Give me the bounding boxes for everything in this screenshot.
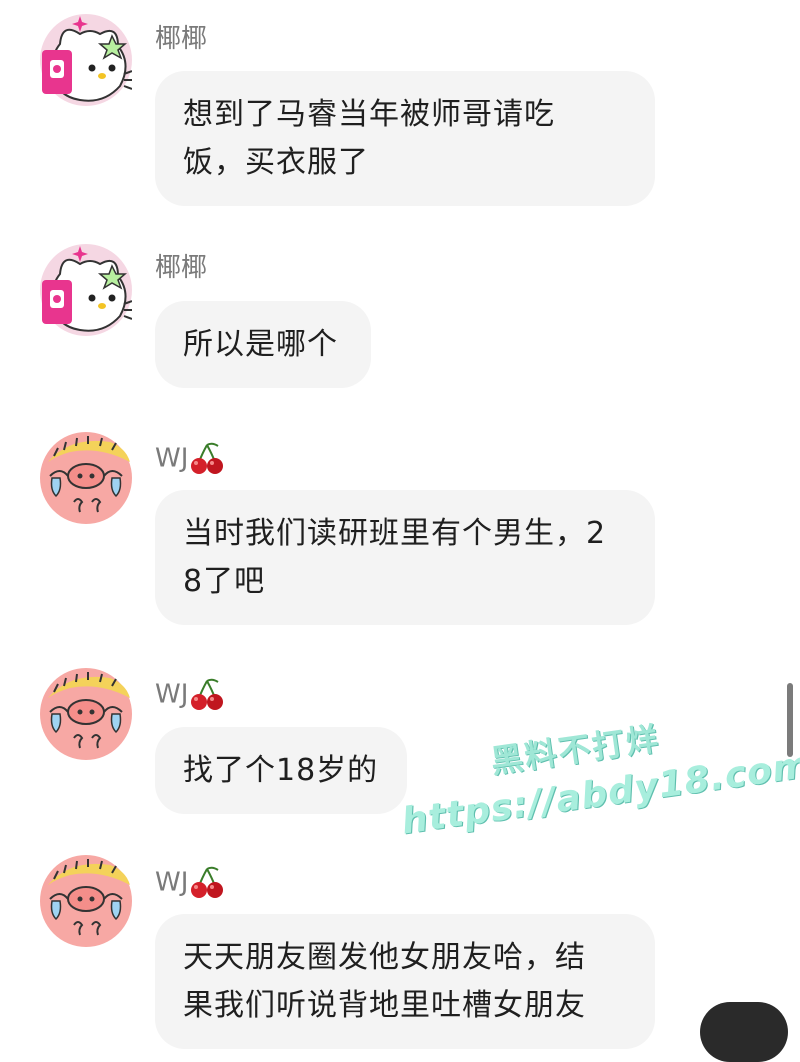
crying-pig-avatar[interactable] — [40, 855, 132, 947]
message-bubble[interactable]: 想到了马睿当年被师哥请吃 饭，买衣服了 — [155, 71, 655, 206]
message-text: 所以是哪个 — [183, 327, 338, 362]
message-bubble[interactable]: 所以是哪个 — [155, 301, 371, 388]
crying-pig-avatar[interactable] — [40, 668, 132, 760]
cherry-icon — [191, 678, 224, 710]
scrollbar-thumb[interactable] — [787, 683, 793, 757]
message-text: 饭，买衣服了 — [183, 145, 369, 180]
hello-kitty-avatar[interactable] — [40, 244, 132, 336]
message-text: 想到了马睿当年被师哥请吃 — [183, 97, 555, 132]
floating-action-button[interactable] — [700, 1002, 788, 1062]
sender-name: WJ — [155, 866, 224, 900]
cherry-icon — [191, 866, 224, 898]
watermark: 黑料不打烊 https://abdy18.com — [395, 719, 800, 845]
message-bubble[interactable]: 当时我们读研班里有个男生，2 8了吧 — [155, 490, 655, 625]
message-bubble[interactable]: 找了个18岁的 — [155, 727, 407, 814]
crying-pig-avatar[interactable] — [40, 432, 132, 524]
sender-name: 椰椰 — [155, 253, 208, 283]
message-text: 找了个18岁的 — [183, 753, 379, 788]
sender-name: 椰椰 — [155, 24, 208, 54]
watermark-url: https://abdy18.com — [399, 744, 800, 843]
hello-kitty-avatar[interactable] — [40, 14, 132, 106]
message-text: 当时我们读研班里有个男生，2 — [183, 516, 607, 551]
watermark-title: 黑料不打烊 — [488, 719, 663, 781]
message-text: 果我们听说背地里吐槽女朋友 — [183, 988, 586, 1023]
message-text: 天天朋友圈发他女朋友哈，结 — [183, 940, 586, 975]
sender-name: WJ — [155, 678, 224, 712]
sender-name: WJ — [155, 442, 224, 476]
message-text: 8了吧 — [183, 564, 266, 599]
message-bubble[interactable]: 天天朋友圈发他女朋友哈，结 果我们听说背地里吐槽女朋友 — [155, 914, 655, 1049]
cherry-icon — [191, 442, 224, 474]
